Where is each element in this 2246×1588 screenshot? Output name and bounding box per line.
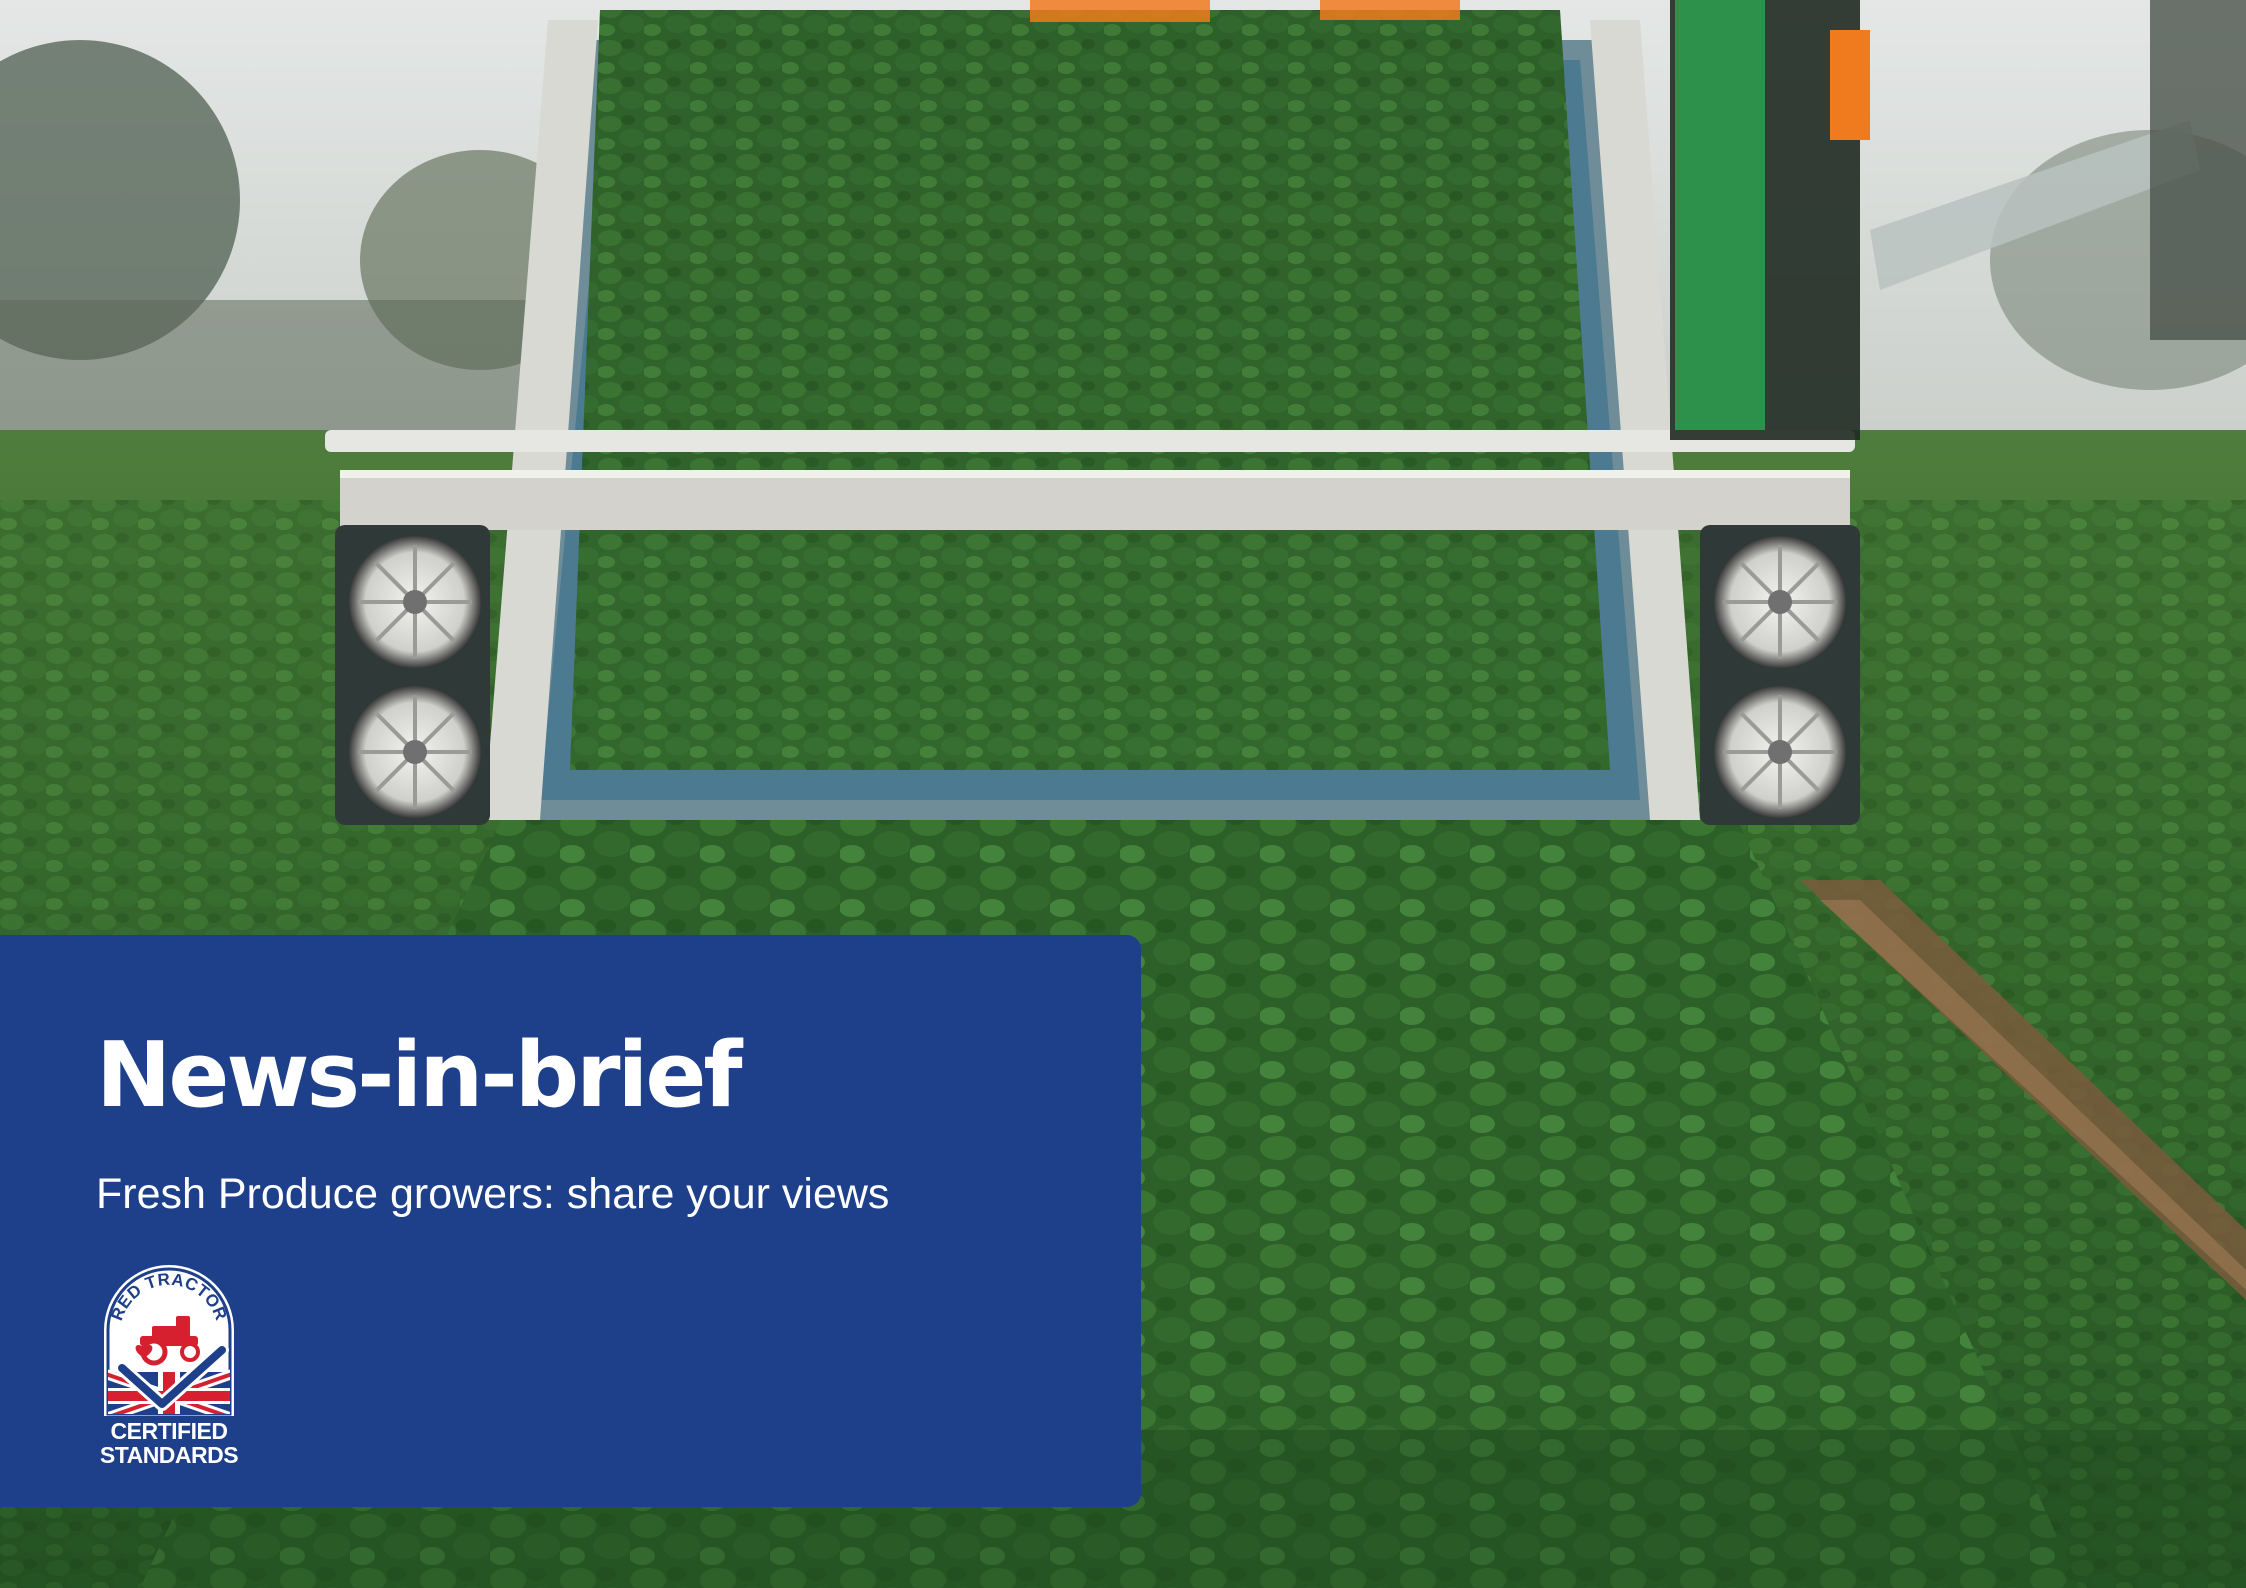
logo-caption-standards: STANDARDS xyxy=(99,1442,239,1468)
card-subtitle: Fresh Produce growers: share your views xyxy=(96,1170,890,1218)
red-tractor-logo: RED TRACTOR CERTIFIED STANDARDS xyxy=(100,1264,239,1470)
card-title: News-in-brief xyxy=(96,1023,743,1128)
news-in-brief-page: News-in-brief Fresh Produce growers: sha… xyxy=(0,0,2246,1588)
logo-caption-certified: CERTIFIED xyxy=(110,1418,228,1444)
news-info-card: News-in-brief Fresh Produce growers: sha… xyxy=(0,935,1141,1507)
red-tractor-emblem-icon: RED TRACTOR xyxy=(104,1265,234,1416)
